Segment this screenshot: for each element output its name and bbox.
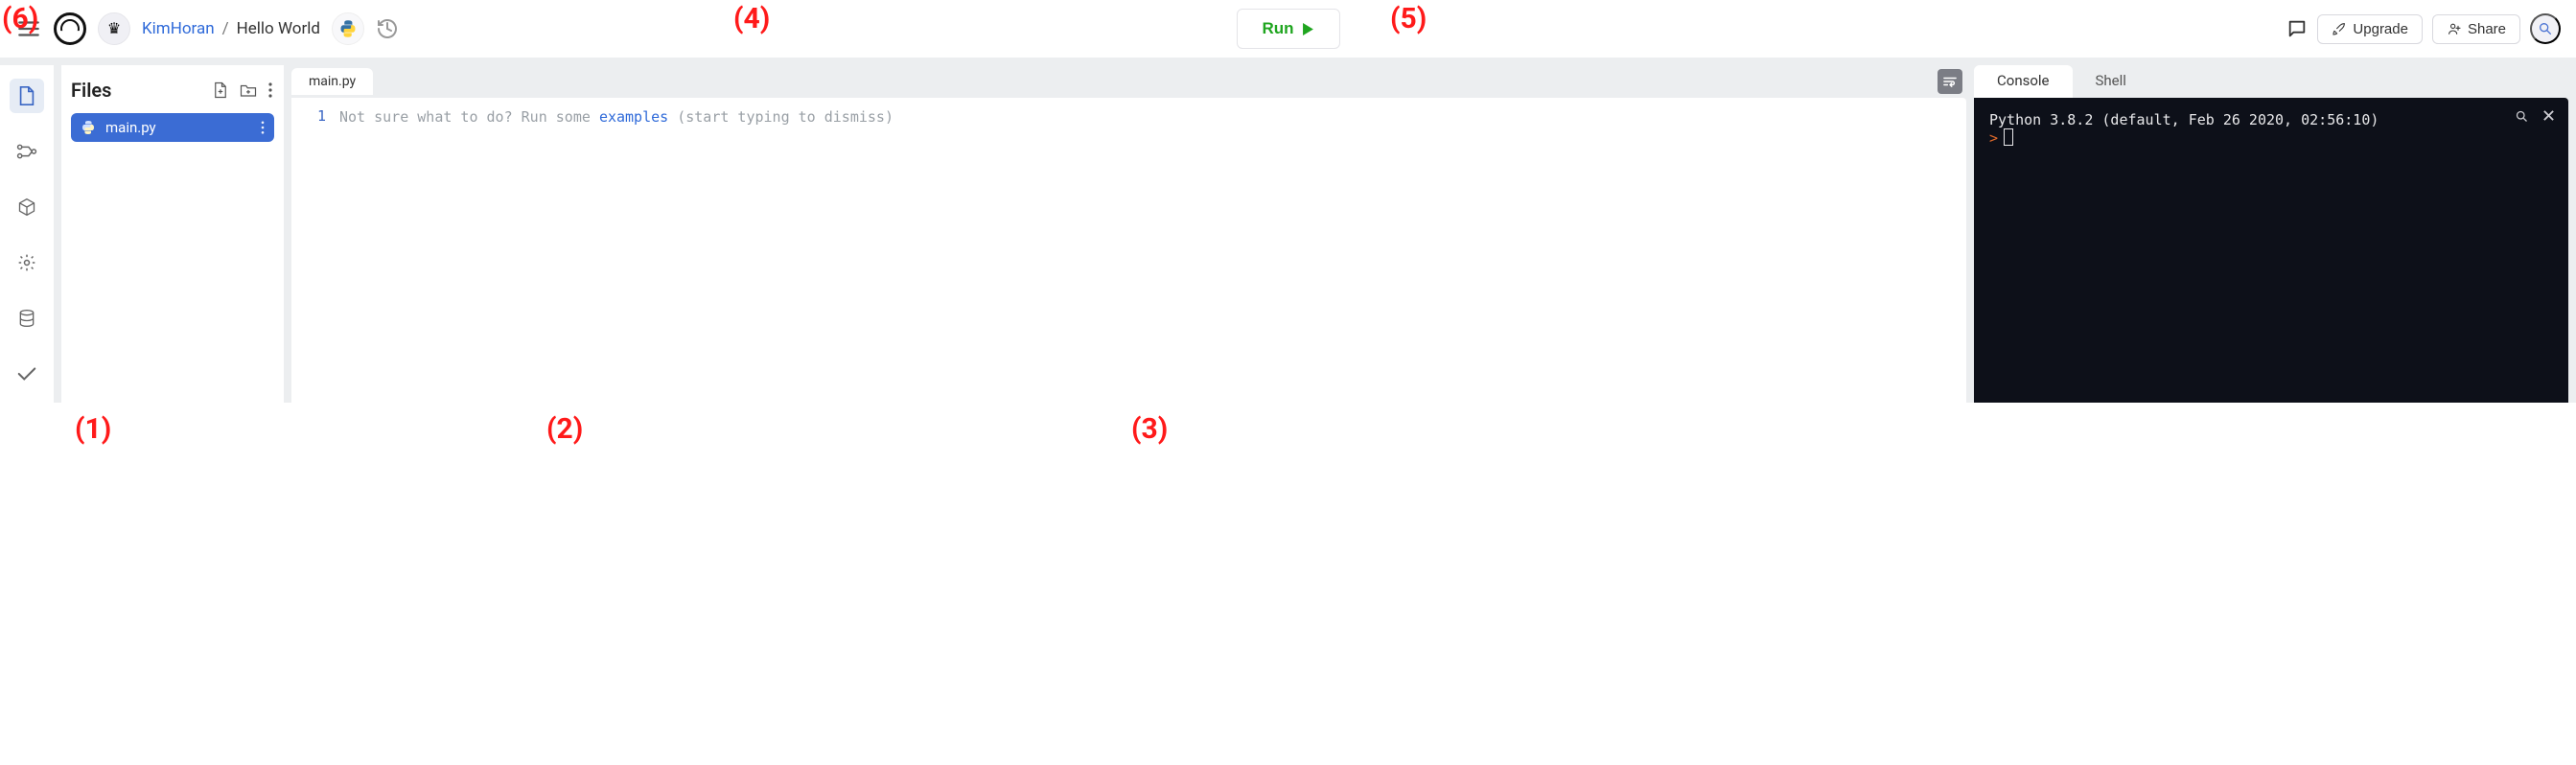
- run-label: Run: [1262, 19, 1293, 38]
- editor-tabs: main.py: [291, 65, 1966, 98]
- history-icon: [376, 17, 399, 40]
- package-icon: [17, 197, 36, 217]
- gear-icon: [17, 253, 36, 272]
- share-label: Share: [2468, 21, 2506, 37]
- editor-format-button[interactable]: [1938, 69, 1962, 94]
- team-avatar-button[interactable]: ♛: [98, 12, 130, 45]
- terminal-cursor: [2004, 128, 2013, 146]
- files-title: Files: [71, 79, 203, 102]
- editor-pane: main.py 1 Not sure what to do? Run some …: [291, 65, 1966, 403]
- upgrade-button[interactable]: Upgrade: [2317, 14, 2423, 44]
- file-item-more-button[interactable]: [261, 121, 265, 134]
- terminal-close-button[interactable]: [2542, 109, 2555, 124]
- annotation-3: (3): [1131, 412, 1168, 446]
- app-header: ♛ KimHoran / Hello World Run: [0, 0, 2576, 58]
- file-icon: [17, 85, 36, 106]
- rail-packages[interactable]: [10, 190, 44, 224]
- line-number: 1: [291, 107, 326, 125]
- rail-version-control[interactable]: [10, 134, 44, 169]
- file-item-main[interactable]: main.py: [71, 113, 274, 142]
- header-search-button[interactable]: [2530, 13, 2561, 44]
- code-area[interactable]: Not sure what to do? Run some examples (…: [336, 98, 1966, 403]
- logo-icon: [54, 12, 86, 45]
- new-file-icon: [213, 81, 228, 99]
- upgrade-label: Upgrade: [2353, 21, 2408, 37]
- terminal-actions: [2515, 109, 2555, 124]
- rail-check[interactable]: [10, 357, 44, 391]
- play-icon: [1302, 23, 1314, 35]
- header-center: Run: [1236, 9, 1339, 49]
- terminal[interactable]: Python 3.8.2 (default, Feb 26 2020, 02:5…: [1974, 98, 2568, 403]
- language-badge[interactable]: [332, 12, 364, 45]
- replit-logo[interactable]: [54, 12, 86, 45]
- annotation-1: (1): [75, 412, 111, 446]
- close-icon: [2542, 109, 2555, 122]
- new-folder-button[interactable]: [238, 81, 259, 100]
- breadcrumb: KimHoran / Hello World: [142, 19, 320, 38]
- tab-console[interactable]: Console: [1974, 65, 2073, 98]
- editor-body[interactable]: 1 Not sure what to do? Run some examples…: [291, 98, 1966, 403]
- crown-icon: ♛: [107, 19, 121, 38]
- wrap-icon: [1943, 76, 1957, 87]
- file-item-label: main.py: [105, 119, 156, 136]
- editor-examples-link[interactable]: examples: [599, 108, 668, 126]
- python-icon: [81, 120, 96, 135]
- files-header: Files: [61, 75, 284, 113]
- add-user-icon: [2447, 21, 2462, 36]
- left-rail: [0, 65, 54, 403]
- console-pane: Console Shell Python 3.8.2 (default, Feb…: [1974, 65, 2568, 403]
- rocket-icon: [2332, 21, 2347, 36]
- terminal-prompt-symbol: >: [1989, 129, 1998, 147]
- new-folder-icon: [240, 82, 257, 98]
- rail-files[interactable]: [10, 79, 44, 113]
- terminal-search-button[interactable]: [2515, 109, 2529, 124]
- more-vertical-icon: [261, 121, 265, 134]
- hamburger-icon: [16, 16, 41, 41]
- python-icon: [338, 19, 358, 38]
- terminal-prompt-line: >: [1989, 128, 2553, 147]
- console-tabs: Console Shell: [1974, 65, 2568, 98]
- breadcrumb-project[interactable]: Hello World: [237, 19, 320, 38]
- editor-tab-main[interactable]: main.py: [291, 68, 373, 95]
- rail-settings[interactable]: [10, 245, 44, 280]
- tab-shell[interactable]: Shell: [2073, 65, 2149, 98]
- menu-hamburger-button[interactable]: [15, 15, 42, 42]
- chat-icon: [2286, 18, 2308, 39]
- files-panel: Files main.py: [61, 65, 284, 403]
- check-icon: [16, 365, 37, 382]
- editor-placeholder-post: (start typing to dismiss): [668, 108, 893, 126]
- breadcrumb-separator: /: [222, 19, 229, 38]
- breadcrumb-user-link[interactable]: KimHoran: [142, 19, 215, 38]
- history-button[interactable]: [376, 17, 399, 40]
- search-icon: [2538, 21, 2553, 36]
- new-file-button[interactable]: [211, 80, 230, 101]
- version-control-icon: [16, 143, 37, 160]
- terminal-banner: Python 3.8.2 (default, Feb 26 2020, 02:5…: [1989, 111, 2553, 128]
- run-button[interactable]: Run: [1236, 9, 1339, 49]
- header-right: Upgrade Share: [2286, 13, 2561, 44]
- share-button[interactable]: Share: [2432, 14, 2520, 44]
- files-more-button[interactable]: [267, 81, 274, 100]
- search-icon: [2515, 109, 2529, 124]
- rail-database[interactable]: [10, 301, 44, 336]
- chat-button[interactable]: [2286, 18, 2308, 39]
- more-vertical-icon: [268, 82, 272, 98]
- workspace: Files main.py: [0, 58, 2576, 403]
- database-icon: [17, 308, 36, 329]
- line-number-gutter: 1: [291, 98, 336, 403]
- editor-placeholder-pre: Not sure what to do? Run some: [339, 108, 599, 126]
- annotation-2: (2): [546, 412, 583, 446]
